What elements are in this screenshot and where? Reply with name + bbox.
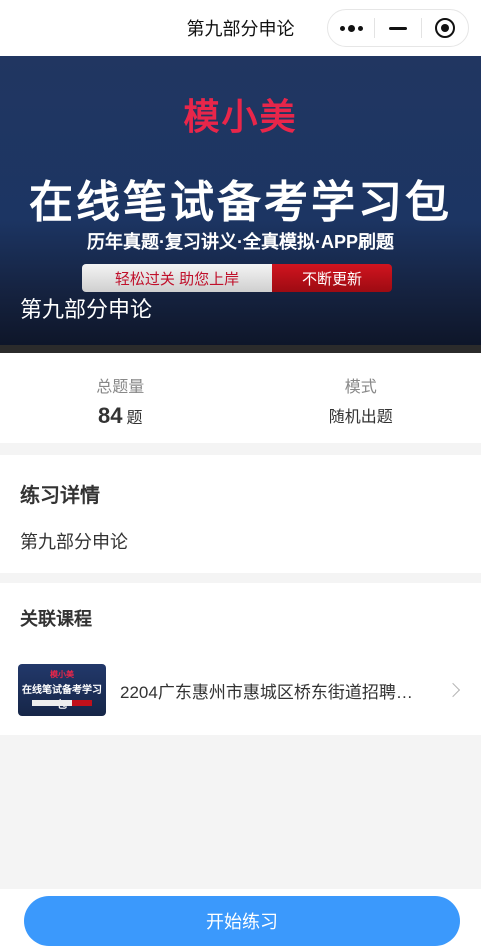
banner-edge: [0, 345, 481, 353]
practice-details-section: 练习详情 第九部分申论: [0, 455, 481, 573]
practice-details-title: 练习详情: [20, 485, 100, 507]
start-practice-button[interactable]: 开始练习: [24, 896, 460, 946]
more-dots-icon: [339, 24, 363, 32]
related-course-section: 关联课程 模小美 在线笔试备考学习包 2204广东惠州市惠城区桥东街道招聘…: [0, 583, 481, 735]
banner-subline: 历年真题·复习讲义·全真模拟·APP刷题: [87, 232, 394, 252]
banner-caption: 第九部分申论: [20, 297, 153, 322]
slogan-left: 轻松过关 助您上岸: [82, 264, 272, 292]
total-questions-value: 84: [98, 403, 123, 428]
cover-banner: 模小美 在线笔试备考学习包 历年真题·复习讲义·全真模拟·APP刷题 轻松过关 …: [0, 56, 481, 353]
banner-headline: 在线笔试备考学习包: [29, 178, 452, 227]
minimize-button[interactable]: [375, 10, 421, 46]
banner-slogan: 轻松过关 助您上岸 不断更新: [82, 264, 392, 292]
minimize-icon: [389, 26, 407, 30]
mode-label: 模式: [344, 379, 377, 396]
slogan-right: 不断更新: [272, 264, 392, 292]
mini-program-capsule: [327, 9, 469, 47]
bottom-action-bar: 开始练习: [0, 889, 481, 949]
chevron-right-icon: [445, 682, 461, 698]
mode-stat: 模式 随机出题: [241, 353, 481, 443]
title-bar: 第九部分申论: [0, 0, 481, 56]
close-target-icon: [435, 18, 455, 38]
page-title: 第九部分申论: [186, 19, 295, 39]
banner-brand: 模小美: [183, 96, 298, 137]
thumbnail-brand: 模小美: [50, 670, 74, 679]
course-name: 2204广东惠州市惠城区桥东街道招聘…: [120, 682, 413, 702]
related-course-title: 关联课程: [20, 609, 92, 629]
practice-details-body: 第九部分申论: [20, 532, 128, 552]
thumbnail-headline: 在线笔试备考学习包: [22, 685, 102, 711]
mode-value: 随机出题: [328, 409, 393, 426]
total-questions-label: 总题量: [96, 379, 145, 396]
stats-panel: 总题量 84 题 模式 随机出题: [0, 353, 481, 443]
close-button[interactable]: [422, 10, 468, 46]
total-questions-unit: 题: [126, 410, 143, 427]
related-course-item[interactable]: 模小美 在线笔试备考学习包 2204广东惠州市惠城区桥东街道招聘…: [18, 663, 464, 717]
thumbnail-slogan-bar: [32, 700, 92, 706]
more-button[interactable]: [328, 10, 374, 46]
total-questions-stat: 总题量 84 题: [0, 353, 241, 443]
course-thumbnail: 模小美 在线笔试备考学习包: [18, 664, 106, 716]
